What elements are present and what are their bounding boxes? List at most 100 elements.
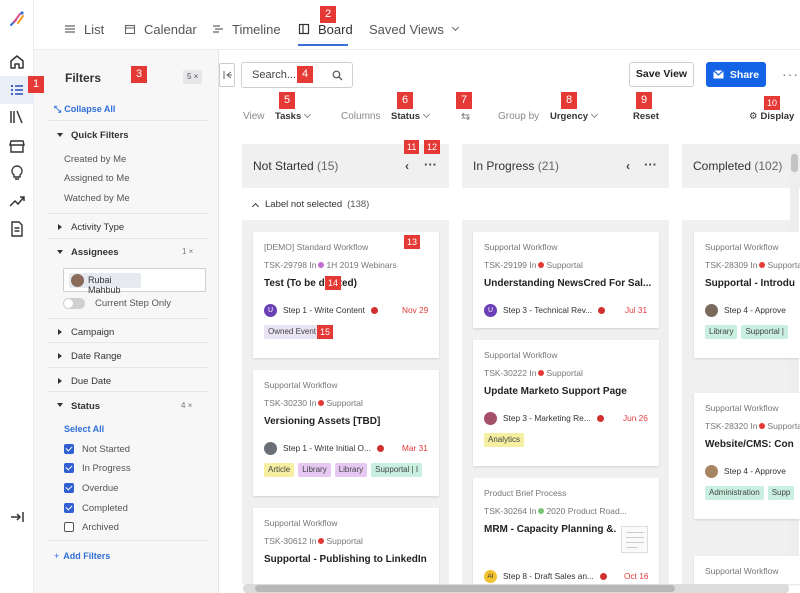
tab-calendar[interactable]: Calendar: [124, 19, 197, 39]
tag[interactable]: Article: [264, 463, 295, 477]
column-title: In Progress (21): [473, 159, 559, 173]
card-title[interactable]: MRM - Capacity Planning &...: [484, 524, 616, 535]
collapse-column-icon[interactable]: ‹: [405, 159, 409, 173]
assignees-count[interactable]: 1 ×: [182, 247, 193, 256]
search-icon[interactable]: [332, 70, 343, 81]
caret-down-icon: [57, 250, 63, 254]
due-date-filter[interactable]: Due Date: [71, 376, 111, 387]
document-icon[interactable]: [8, 220, 26, 238]
add-filters-link[interactable]: + Add Filters: [54, 551, 110, 561]
card-title[interactable]: Supportal - Introdu: [705, 278, 795, 289]
card-title[interactable]: Test (To be deleted): [264, 278, 434, 289]
status-count[interactable]: 4 ×: [181, 401, 192, 410]
filters-count-badge[interactable]: 5 ×: [183, 70, 203, 84]
quick-filter-created[interactable]: Created by Me: [64, 154, 126, 165]
tag[interactable]: Library: [705, 325, 738, 339]
columns-label: Columns: [341, 111, 381, 122]
lightbulb-icon[interactable]: [8, 164, 26, 182]
card-id: TSK-30264 In 2020 Product Road...: [484, 506, 627, 516]
card-tags: Article Library Library Supportal | I: [264, 463, 423, 477]
app-logo-icon[interactable]: [8, 10, 26, 28]
task-card[interactable]: Supportal Workflow TSK-30230 In Supportal…: [253, 370, 439, 496]
quick-filter-watched[interactable]: Watched by Me: [64, 193, 130, 204]
plus-icon: +: [54, 551, 60, 561]
view-selector[interactable]: Tasks: [275, 110, 312, 122]
column-menu-icon[interactable]: ···: [644, 157, 657, 172]
tag[interactable]: Supportal |: [741, 325, 788, 339]
card-title[interactable]: Website/CMS: Con: [705, 439, 794, 450]
home-icon[interactable]: [8, 53, 26, 71]
collapse-all-link[interactable]: ⤡ Collapse All: [54, 104, 115, 115]
group-by-selector[interactable]: Urgency: [550, 110, 599, 122]
tag[interactable]: Library: [298, 463, 331, 477]
expand-rail-icon[interactable]: [8, 508, 26, 526]
horizontal-scroll-thumb[interactable]: [255, 585, 675, 592]
tag[interactable]: Supp: [767, 486, 795, 500]
status-checkbox-in-progress[interactable]: [64, 463, 74, 473]
card-id: TSK-30230 In Supportal: [264, 398, 363, 408]
collapse-column-icon[interactable]: ‹: [626, 159, 630, 173]
assignee-chip[interactable]: Rubai Mahbub: [69, 273, 141, 295]
card-project: Supportal: [767, 260, 800, 270]
swimlane-header[interactable]: Label not selected (138): [251, 199, 369, 211]
tab-saved-views[interactable]: Saved Views: [369, 19, 459, 39]
trend-icon[interactable]: [8, 192, 26, 210]
task-card[interactable]: Supportal Workflow TSK-28320 In Supportal…: [694, 393, 800, 519]
column-title-text: In Progress: [473, 159, 535, 173]
status-checkbox-not-started[interactable]: [64, 444, 74, 454]
select-all-link[interactable]: Select All: [64, 424, 104, 434]
swap-icon[interactable]: ⇆: [461, 110, 470, 123]
status-checkbox-archived[interactable]: [64, 522, 74, 532]
annotation-marker: 13: [404, 235, 421, 249]
collapse-filters-button[interactable]: [219, 63, 235, 87]
status-filter[interactable]: Status: [71, 401, 100, 412]
tab-timeline[interactable]: Timeline: [212, 19, 281, 39]
assignee-input[interactable]: Rubai Mahbub: [63, 268, 206, 295]
date-range-filter[interactable]: Date Range: [71, 351, 122, 362]
tag[interactable]: Supportal | I: [371, 463, 423, 477]
activity-type-filter[interactable]: Activity Type: [71, 222, 124, 233]
tag[interactable]: Administration: [705, 486, 764, 500]
mail-icon: [713, 70, 724, 79]
task-card[interactable]: Product Brief Process TSK-30264 In 2020 P…: [473, 478, 659, 584]
task-card[interactable]: Supportal Workflow TSK-30222 In Supportal…: [473, 340, 659, 466]
tag[interactable]: Library: [334, 463, 368, 477]
task-card[interactable]: Supportal Workflow TSK-28309 In Supportal…: [694, 232, 800, 358]
tag[interactable]: Owned Event: [264, 325, 321, 339]
column-count: (21): [537, 159, 560, 173]
swimlane-label: Label not selected: [265, 199, 343, 210]
display-button[interactable]: ⚙ Display: [749, 111, 794, 122]
task-card[interactable]: Supportal Workflow: [694, 556, 800, 584]
card-workflow: Supportal Workflow: [484, 350, 558, 360]
task-card[interactable]: [DEMO] Standard Workflow TSK-29798 In 1H …: [253, 232, 439, 358]
card-title[interactable]: Supportal - Publishing to LinkedIn: [264, 554, 434, 565]
task-card[interactable]: Supportal Workflow TSK-30612 In Supportal…: [253, 508, 439, 584]
list-view-icon[interactable]: [8, 81, 26, 99]
search-input[interactable]: [252, 69, 332, 81]
share-button[interactable]: Share: [706, 62, 766, 87]
tab-list[interactable]: List: [64, 19, 104, 39]
quick-filters-header[interactable]: Quick Filters: [71, 130, 129, 141]
campaign-filter[interactable]: Campaign: [71, 327, 114, 338]
card-workflow: Product Brief Process: [484, 488, 567, 498]
more-options-icon[interactable]: ···: [782, 66, 799, 82]
tag[interactable]: Analytics: [484, 433, 525, 447]
scroll-thumb[interactable]: [791, 154, 798, 172]
card-step-text: Step 4 - Approve: [724, 466, 786, 476]
store-icon[interactable]: [8, 137, 26, 155]
card-title[interactable]: Understanding NewsCred For Sal...: [484, 278, 654, 289]
card-title[interactable]: Versioning Assets [TBD]: [264, 416, 434, 427]
avatar: [484, 411, 497, 425]
assignees-filter[interactable]: Assignees: [71, 247, 119, 258]
status-checkbox-overdue[interactable]: [64, 483, 74, 493]
status-checkbox-completed[interactable]: [64, 503, 74, 513]
card-title[interactable]: Update Marketo Support Page: [484, 386, 654, 397]
save-view-button[interactable]: Save View: [629, 62, 694, 87]
quick-filter-assigned[interactable]: Assigned to Me: [64, 173, 129, 184]
columns-selector[interactable]: Status: [391, 110, 431, 122]
column-menu-icon[interactable]: ···: [424, 157, 437, 172]
library-icon[interactable]: [8, 108, 26, 126]
current-step-toggle[interactable]: [63, 298, 85, 309]
reset-button[interactable]: Reset: [633, 111, 659, 122]
task-card[interactable]: Supportal Workflow TSK-29199 In Supportal…: [473, 232, 659, 328]
